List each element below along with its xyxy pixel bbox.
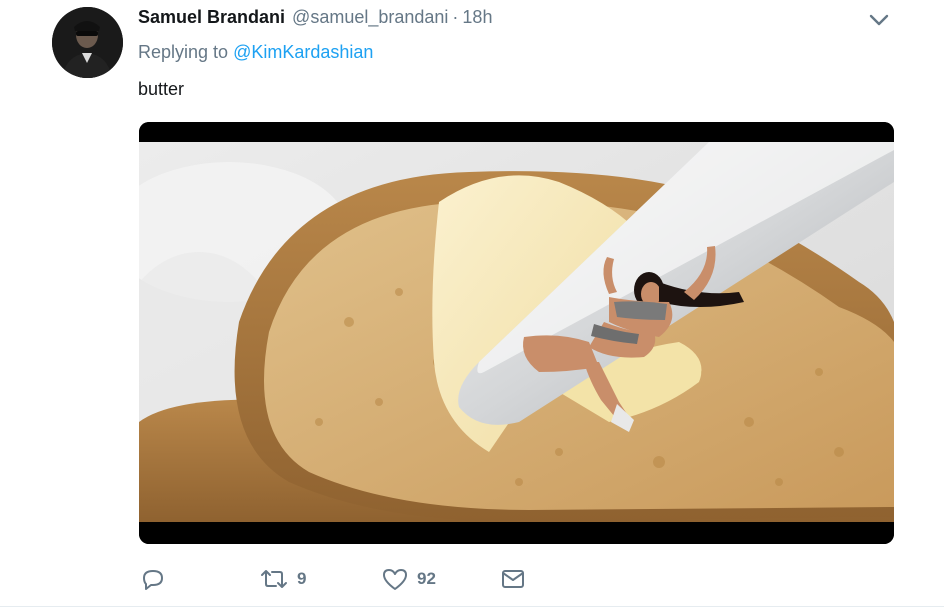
- reply-mention-link[interactable]: @KimKardashian: [233, 42, 373, 62]
- tweet-divider: [0, 606, 944, 607]
- user-handle[interactable]: @samuel_brandani: [292, 7, 448, 28]
- tweet-text: butter: [138, 79, 185, 99]
- retweet-icon: [259, 566, 289, 592]
- display-name[interactable]: Samuel Brandani: [138, 7, 285, 28]
- replying-to: Replying to @KimKardashian: [138, 42, 373, 63]
- tweet: Samuel Brandani @samuel_brandani · 18h R…: [0, 0, 944, 610]
- timestamp[interactable]: 18h: [462, 7, 492, 28]
- like-button[interactable]: 92: [381, 563, 436, 595]
- chevron-down-icon[interactable]: [867, 10, 891, 30]
- retweet-button[interactable]: 9: [259, 563, 306, 595]
- reply-icon: [140, 566, 166, 592]
- tweet-header: Samuel Brandani @samuel_brandani · 18h: [138, 7, 492, 31]
- envelope-icon: [500, 566, 526, 592]
- retweet-count: 9: [297, 569, 307, 588]
- avatar[interactable]: [52, 7, 123, 78]
- heart-icon: [381, 566, 409, 592]
- direct-message-button[interactable]: [500, 563, 534, 595]
- tweet-media-image[interactable]: [139, 122, 894, 544]
- reply-prefix: Replying to: [138, 42, 234, 62]
- separator-dot: ·: [452, 7, 459, 27]
- reply-button[interactable]: [140, 563, 174, 595]
- like-count: 92: [417, 569, 436, 588]
